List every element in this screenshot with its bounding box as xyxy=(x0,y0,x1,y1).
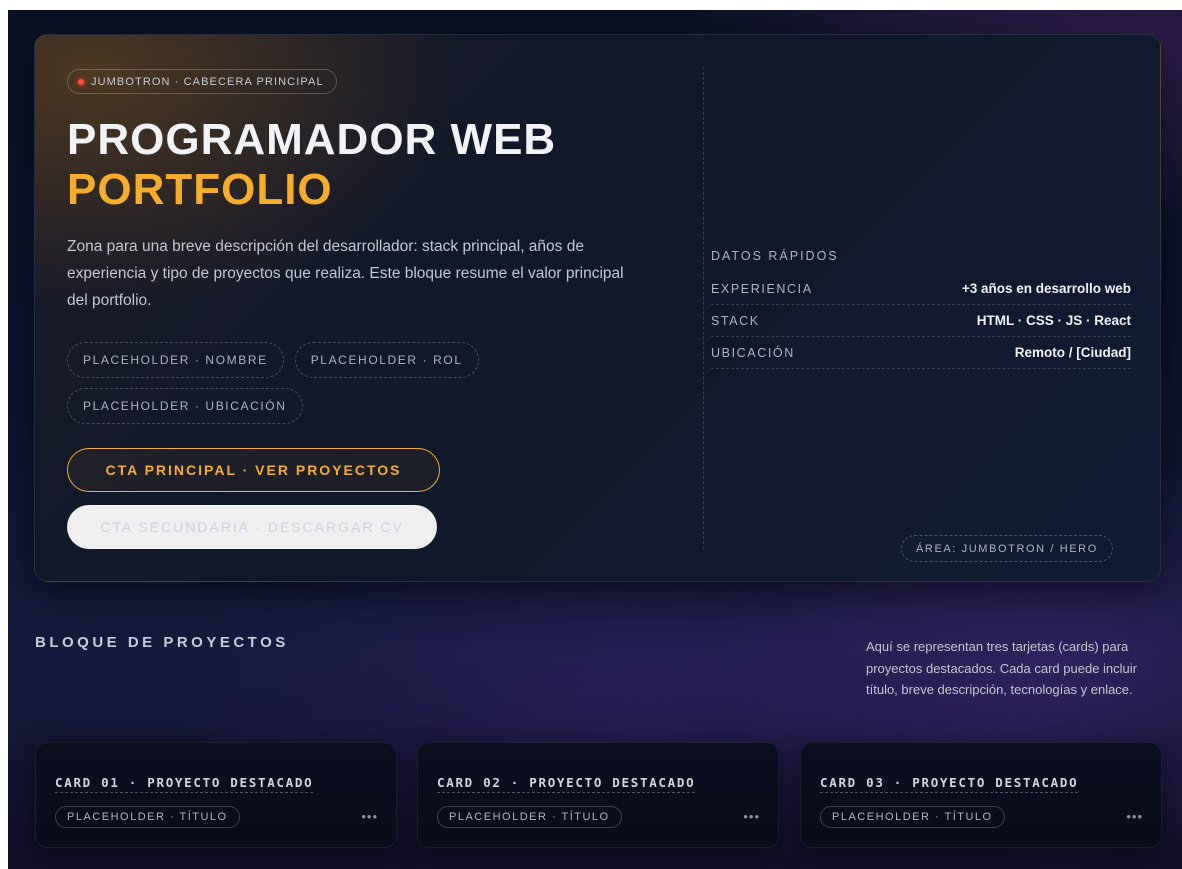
hero-title-line1: PROGRAMADOR WEB xyxy=(67,115,557,164)
status-dot-icon xyxy=(78,78,84,85)
hero-divider xyxy=(703,67,704,549)
hero-jumbotron: JUMBOTRON · CABECERA PRINCIPAL PROGRAMAD… xyxy=(34,34,1161,582)
more-options-icon[interactable]: ••• xyxy=(743,809,760,824)
project-card-01[interactable]: CARD 01 · PROYECTO DESTACADO PLACEHOLDER… xyxy=(35,742,397,848)
fact-key: EXPERIENCIA xyxy=(711,281,813,296)
chip-rol: PLACEHOLDER · ROL xyxy=(294,342,479,378)
hero-title: PROGRAMADOR WEB PORTFOLIO xyxy=(67,115,556,215)
more-options-icon[interactable]: ••• xyxy=(361,809,378,824)
projects-section-description: Aquí se representan tres tarjetas (cards… xyxy=(866,639,1137,697)
card-title: CARD 02 · PROYECTO DESTACADO xyxy=(437,775,696,793)
hero-tag-label: JUMBOTRON · CABECERA PRINCIPAL xyxy=(91,75,324,88)
projects-section-title: BLOQUE DE PROYECTOS xyxy=(35,634,289,651)
more-options-icon[interactable]: ••• xyxy=(1126,809,1143,824)
quick-data-list: EXPERIENCIA +3 años en desarrollo web ST… xyxy=(711,273,1131,369)
area-label-badge: ÁREA: JUMBOTRON / HERO xyxy=(901,535,1113,562)
quick-data-title: DATOS RÁPIDOS xyxy=(711,249,839,263)
fact-value: HTML · CSS · JS · React xyxy=(976,313,1131,328)
fact-value: Remoto / [Ciudad] xyxy=(1014,345,1131,360)
project-card-03[interactable]: CARD 03 · PROYECTO DESTACADO PLACEHOLDER… xyxy=(800,742,1162,848)
cta-descargar-cv-button[interactable]: CTA SECUNDARIA · DESCARGAR CV xyxy=(67,505,437,549)
fact-row-stack: STACK HTML · CSS · JS · React xyxy=(711,305,1131,337)
page-canvas: JUMBOTRON · CABECERA PRINCIPAL PROGRAMAD… xyxy=(8,10,1182,869)
card-tag: PLACEHOLDER · TÍTULO xyxy=(55,806,240,828)
card-title: CARD 01 · PROYECTO DESTACADO xyxy=(55,775,314,793)
project-card-02[interactable]: CARD 02 · PROYECTO DESTACADO PLACEHOLDER… xyxy=(417,742,779,848)
hero-title-line2: PORTFOLIO xyxy=(67,165,333,214)
hero-description: Zona para una breve descripción del desa… xyxy=(67,238,624,309)
placeholder-chips: PLACEHOLDER · NOMBRE PLACEHOLDER · ROL P… xyxy=(67,342,547,424)
fact-row-experiencia: EXPERIENCIA +3 años en desarrollo web xyxy=(711,273,1131,305)
fact-row-ubicacion: UBICACIÓN Remoto / [Ciudad] xyxy=(711,337,1131,369)
fact-key: STACK xyxy=(711,313,760,328)
cta-ver-proyectos-button[interactable]: CTA PRINCIPAL · VER PROYECTOS xyxy=(67,448,440,492)
card-tag: PLACEHOLDER · TÍTULO xyxy=(437,806,622,828)
chip-nombre: PLACEHOLDER · NOMBRE xyxy=(67,342,284,378)
card-tag: PLACEHOLDER · TÍTULO xyxy=(820,806,1005,828)
fact-key: UBICACIÓN xyxy=(711,345,795,360)
card-title: CARD 03 · PROYECTO DESTACADO xyxy=(820,775,1079,793)
hero-tag-pill: JUMBOTRON · CABECERA PRINCIPAL xyxy=(67,69,337,94)
chip-ubicacion: PLACEHOLDER · UBICACIÓN xyxy=(67,388,303,424)
fact-value: +3 años en desarrollo web xyxy=(961,281,1131,296)
